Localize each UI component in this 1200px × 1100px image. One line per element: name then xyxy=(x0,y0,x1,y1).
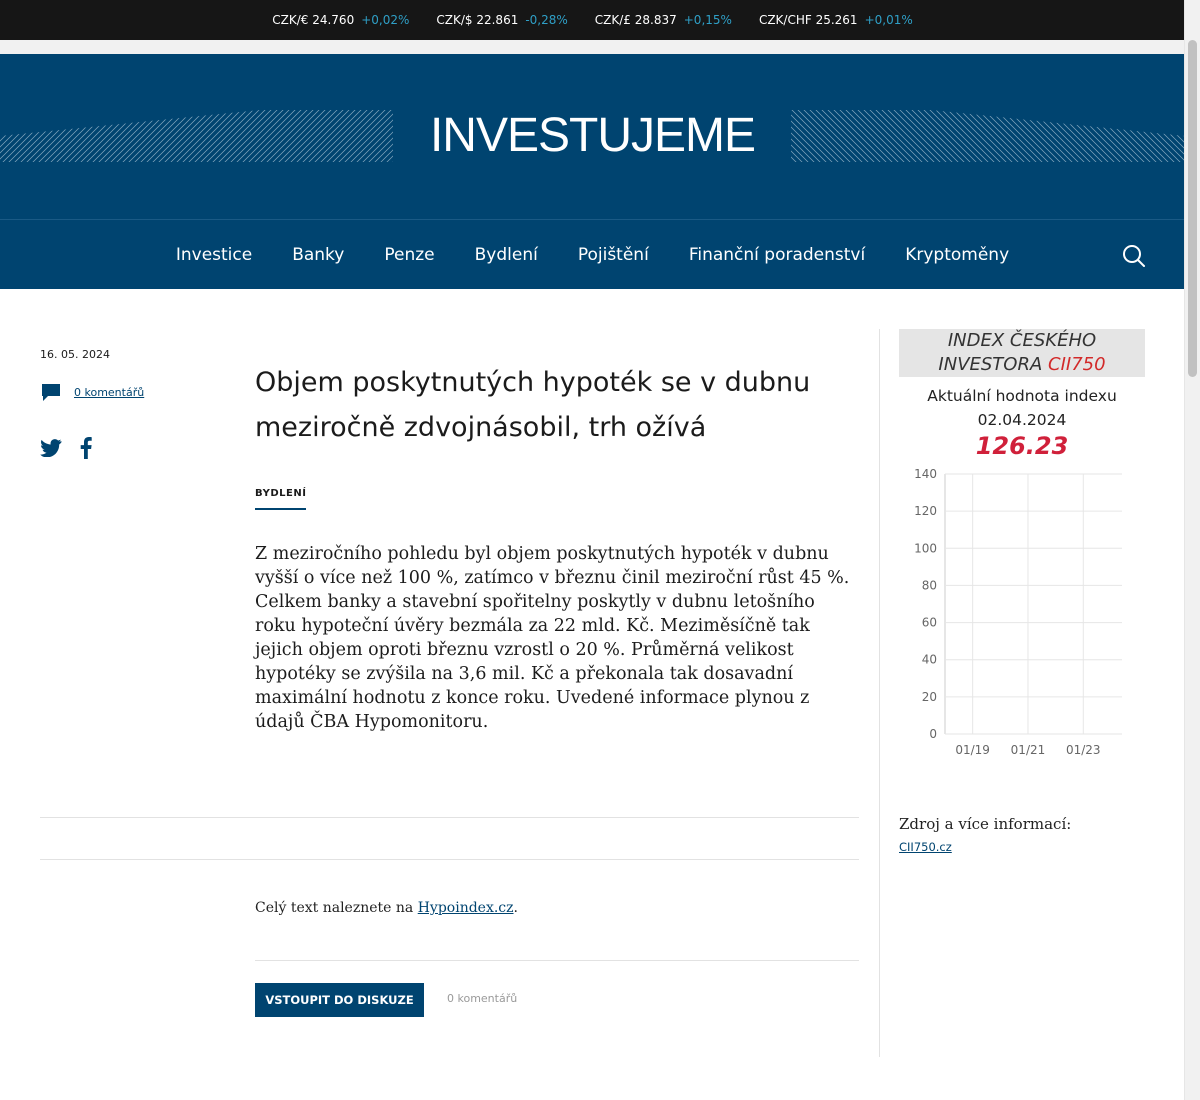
ticker-change: -0,28% xyxy=(525,13,568,27)
nav-item-banky[interactable]: Banky xyxy=(292,245,344,265)
ticker-pair: CZK/£ 28.837 xyxy=(594,13,677,27)
masthead: INVESTUJEME xyxy=(0,54,1185,219)
nav-item-financni-poradenstvi[interactable]: Finanční poradenství xyxy=(689,245,865,265)
divider xyxy=(255,960,859,961)
search-icon[interactable] xyxy=(1122,244,1146,268)
category-tag[interactable]: BYDLENÍ xyxy=(255,488,307,510)
sidebar-source-label: Zdroj a více informací: xyxy=(899,815,1072,833)
enter-discussion-button[interactable]: VSTOUPIT DO DISKUZE xyxy=(255,983,424,1017)
chart-y-tick-label: 0 xyxy=(929,727,937,741)
index-code: CII750 xyxy=(1048,354,1106,375)
article-title: Objem poskytnutých hypoték se v dubnu me… xyxy=(255,367,811,443)
ticker-item-eur: CZK/€ 24.760 +0,02% xyxy=(272,13,409,27)
source-link[interactable]: Hypoindex.cz xyxy=(418,900,514,916)
chart-y-tick-label: 80 xyxy=(922,578,937,592)
sidebar-source-link[interactable]: CII750.cz xyxy=(899,840,952,854)
index-title-line1: INDEX ČESKÉHO xyxy=(947,330,1097,351)
ticker-item-gbp: CZK/£ 28.837 +0,15% xyxy=(595,13,732,27)
chart-y-tick-label: 140 xyxy=(914,467,937,481)
chart-y-tick-label: 60 xyxy=(922,616,937,630)
ticker-change: +0,01% xyxy=(864,13,913,27)
article-date: 16. 05. 2024 xyxy=(40,348,110,361)
chart-x-tick-label: 01/19 xyxy=(955,743,990,757)
twitter-icon[interactable] xyxy=(40,439,62,457)
index-current-label: Aktuální hodnota indexu xyxy=(927,387,1117,405)
article-lead: Z meziročního pohledu byl objem poskytnu… xyxy=(255,544,850,732)
share-buttons xyxy=(40,437,92,459)
sidebar-divider xyxy=(879,329,880,1057)
stripe-decoration-right xyxy=(791,110,1185,162)
header-spacer xyxy=(0,40,1185,54)
ticker-item-chf: CZK/CHF 25.261 +0,01% xyxy=(759,13,913,27)
index-title-line2: INVESTORA CII750 xyxy=(899,353,1145,377)
nav-item-bydleni[interactable]: Bydlení xyxy=(475,245,538,265)
comments-link[interactable]: 0 komentářů xyxy=(74,386,144,399)
ticker-change: +0,15% xyxy=(683,13,732,27)
page: CZK/€ 24.760 +0,02% CZK/$ 22.861 -0,28% … xyxy=(0,0,1185,1100)
facebook-icon[interactable] xyxy=(80,437,92,459)
index-title-prefix: INVESTORA xyxy=(938,354,1043,375)
nav-item-pojisteni[interactable]: Pojištění xyxy=(578,245,649,265)
source-suffix: . xyxy=(513,900,518,916)
index-widget-header: INDEX ČESKÉHO INVESTORA CII750 xyxy=(899,329,1145,377)
ticker-change: +0,02% xyxy=(361,13,410,27)
source-paragraph: Celý text naleznete na Hypoindex.cz. xyxy=(255,900,518,916)
chart-y-tick-label: 100 xyxy=(914,541,937,555)
chart-y-tick-label: 120 xyxy=(914,504,937,518)
nav-item-penze[interactable]: Penze xyxy=(384,245,434,265)
ticker-pair: CZK/CHF 25.261 xyxy=(758,13,858,27)
currency-ticker: CZK/€ 24.760 +0,02% CZK/$ 22.861 -0,28% … xyxy=(0,0,1185,40)
divider xyxy=(40,859,859,860)
chart-x-tick-label: 01/23 xyxy=(1066,743,1101,757)
nav-item-kryptomeny[interactable]: Kryptoměny xyxy=(905,245,1009,265)
scrollbar-thumb[interactable] xyxy=(1188,40,1197,377)
ticker-pair: CZK/€ 24.760 xyxy=(272,13,355,27)
chart-x-tick-label: 01/21 xyxy=(1011,743,1046,757)
ticker-pair: CZK/$ 22.861 xyxy=(436,13,519,27)
index-value: 126.23 xyxy=(975,432,1069,460)
nav-item-investice[interactable]: Investice xyxy=(176,245,252,265)
source-prefix: Celý text naleznete na xyxy=(255,900,414,916)
page-scrollbar[interactable] xyxy=(1184,0,1200,1100)
divider xyxy=(40,817,859,818)
index-date: 02.04.2024 xyxy=(977,411,1067,429)
comment-icon xyxy=(42,384,60,401)
chart-y-tick-label: 20 xyxy=(922,690,937,704)
discussion-count: 0 komentářů xyxy=(447,992,518,1005)
main-nav: Investice Banky Penze Bydlení Pojištění … xyxy=(0,219,1185,289)
comments-meta: 0 komentářů xyxy=(40,382,144,402)
index-chart: 0 20 40 60 80 100 120 140 01/19 01/21 01/23 xyxy=(914,467,1122,757)
chart-y-tick-label: 40 xyxy=(922,653,937,667)
ticker-item-usd: CZK/$ 22.861 -0,28% xyxy=(436,13,567,27)
